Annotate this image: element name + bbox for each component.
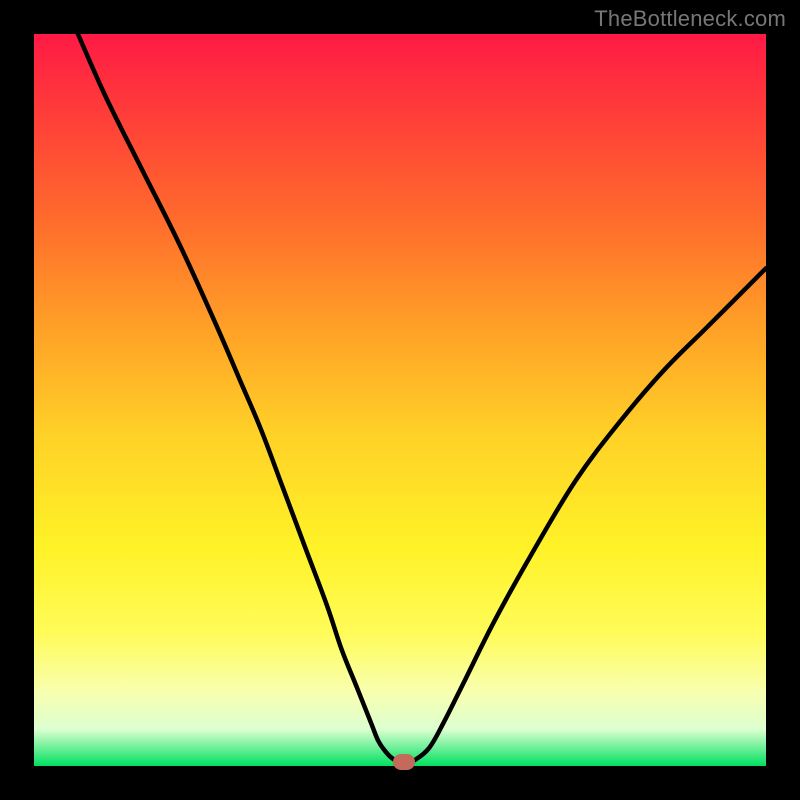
- minimum-marker: [393, 754, 415, 770]
- bottleneck-curve: [34, 34, 766, 766]
- plot-area: [34, 34, 766, 766]
- watermark-text: TheBottleneck.com: [594, 6, 786, 32]
- chart-frame: TheBottleneck.com: [0, 0, 800, 800]
